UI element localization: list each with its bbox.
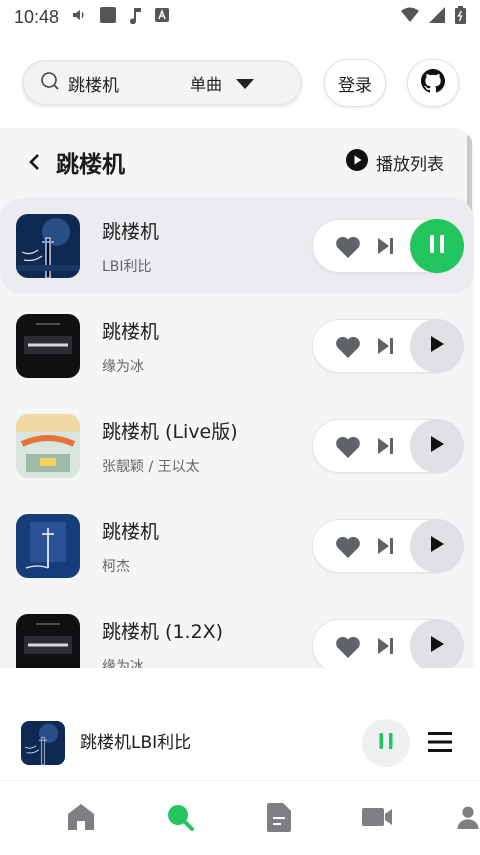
search-results-panel: 跳楼机 播放列表 跳楼机 LBI利比 跳楼机 缘为冰 跳楼机 (Live版) 张… xyxy=(0,128,474,668)
play-button[interactable] xyxy=(410,519,464,573)
song-actions xyxy=(312,219,464,273)
heart-icon[interactable] xyxy=(335,535,361,563)
song-title: 跳楼机 (Live版) xyxy=(102,420,238,443)
status-time: 10:48 xyxy=(14,6,60,27)
play-icon xyxy=(429,335,445,357)
album-cover xyxy=(16,514,80,578)
song-row[interactable]: 跳楼机 (1.2X) 缘为冰 xyxy=(0,598,474,668)
song-artist: 缘为冰 xyxy=(102,658,144,669)
song-artist: LBI利比 xyxy=(102,258,152,275)
play-button[interactable] xyxy=(410,619,464,668)
skip-next-icon[interactable] xyxy=(377,337,395,359)
song-info: 跳楼机 (1.2X) 缘为冰 xyxy=(102,617,223,669)
play-circle-icon xyxy=(346,148,368,176)
song-actions xyxy=(312,419,464,473)
search-type-select[interactable]: 单曲 xyxy=(190,71,222,95)
song-title: 跳楼机 (1.2X) xyxy=(102,620,224,643)
song-actions xyxy=(312,619,464,668)
song-actions xyxy=(312,319,464,373)
search-icon xyxy=(40,71,60,95)
mini-player[interactable]: 跳楼机LBI利比 xyxy=(0,712,480,774)
skip-next-icon[interactable] xyxy=(377,537,395,559)
status-bar: 10:48 xyxy=(0,0,480,34)
song-artist: 张靓颖 / 王以太 xyxy=(102,458,200,475)
song-actions xyxy=(312,519,464,573)
playlist-label: 播放列表 xyxy=(376,154,444,175)
skip-next-icon[interactable] xyxy=(377,237,395,259)
heart-icon[interactable] xyxy=(335,435,361,463)
github-icon xyxy=(421,68,446,98)
album-cover xyxy=(16,314,80,378)
album-cover xyxy=(16,214,80,278)
play-button[interactable] xyxy=(410,419,464,473)
heart-icon[interactable] xyxy=(335,335,361,363)
volume-icon xyxy=(71,7,87,28)
song-title: 跳楼机 xyxy=(102,520,160,543)
chevron-down-icon[interactable] xyxy=(236,74,255,93)
song-row[interactable]: 跳楼机 柯杰 xyxy=(0,498,474,594)
song-artist: 缘为冰 xyxy=(102,358,144,375)
search-input[interactable]: 跳楼机 xyxy=(68,71,190,96)
pause-icon xyxy=(428,234,446,258)
heart-icon[interactable] xyxy=(335,635,361,663)
login-button[interactable]: 登录 xyxy=(324,59,386,107)
song-title: 跳楼机 xyxy=(102,320,160,343)
album-cover xyxy=(16,614,80,668)
pause-button[interactable] xyxy=(410,219,464,273)
user-icon[interactable] xyxy=(456,801,480,833)
play-icon xyxy=(429,635,445,657)
now-playing-text: 跳楼机LBI利比 xyxy=(80,733,192,753)
menu-icon[interactable] xyxy=(428,731,452,757)
now-playing-cover xyxy=(21,721,65,765)
bottom-nav xyxy=(0,781,480,855)
album-cover xyxy=(16,414,80,478)
song-title: 跳楼机 xyxy=(102,220,160,243)
video-icon[interactable] xyxy=(361,801,393,833)
github-button[interactable] xyxy=(407,59,459,107)
page-title: 跳楼机 xyxy=(56,152,125,178)
song-row[interactable]: 跳楼机 LBI利比 xyxy=(0,198,474,294)
song-info: 跳楼机 LBI利比 xyxy=(102,217,159,276)
music-note-icon xyxy=(129,6,143,29)
font-a-icon xyxy=(155,7,170,27)
playlist-button[interactable]: 播放列表 xyxy=(346,148,444,176)
song-info: 跳楼机 (Live版) 张靓颖 / 王以太 xyxy=(102,417,238,476)
back-chevron-icon[interactable] xyxy=(28,153,46,171)
play-button[interactable] xyxy=(410,319,464,373)
song-row[interactable]: 跳楼机 缘为冰 xyxy=(0,298,474,394)
skip-next-icon[interactable] xyxy=(377,637,395,659)
pause-icon xyxy=(378,732,394,754)
home-icon[interactable] xyxy=(65,801,97,833)
skip-next-icon[interactable] xyxy=(377,437,395,459)
signal-icon xyxy=(429,6,445,28)
wifi-icon xyxy=(401,7,419,28)
play-icon xyxy=(429,435,445,457)
song-info: 跳楼机 柯杰 xyxy=(102,517,159,576)
song-info: 跳楼机 缘为冰 xyxy=(102,317,159,376)
square-notification-icon xyxy=(99,6,117,29)
battery-icon xyxy=(455,5,466,29)
panel-header: 跳楼机 播放列表 xyxy=(0,128,474,196)
play-icon xyxy=(429,535,445,557)
document-icon[interactable] xyxy=(263,801,295,833)
mini-pause-button[interactable] xyxy=(362,719,410,767)
heart-icon[interactable] xyxy=(335,235,361,263)
search-bar[interactable]: 跳楼机 单曲 xyxy=(22,60,302,106)
song-artist: 柯杰 xyxy=(102,558,130,575)
search-icon[interactable] xyxy=(164,801,196,833)
song-row[interactable]: 跳楼机 (Live版) 张靓颖 / 王以太 xyxy=(0,398,474,494)
